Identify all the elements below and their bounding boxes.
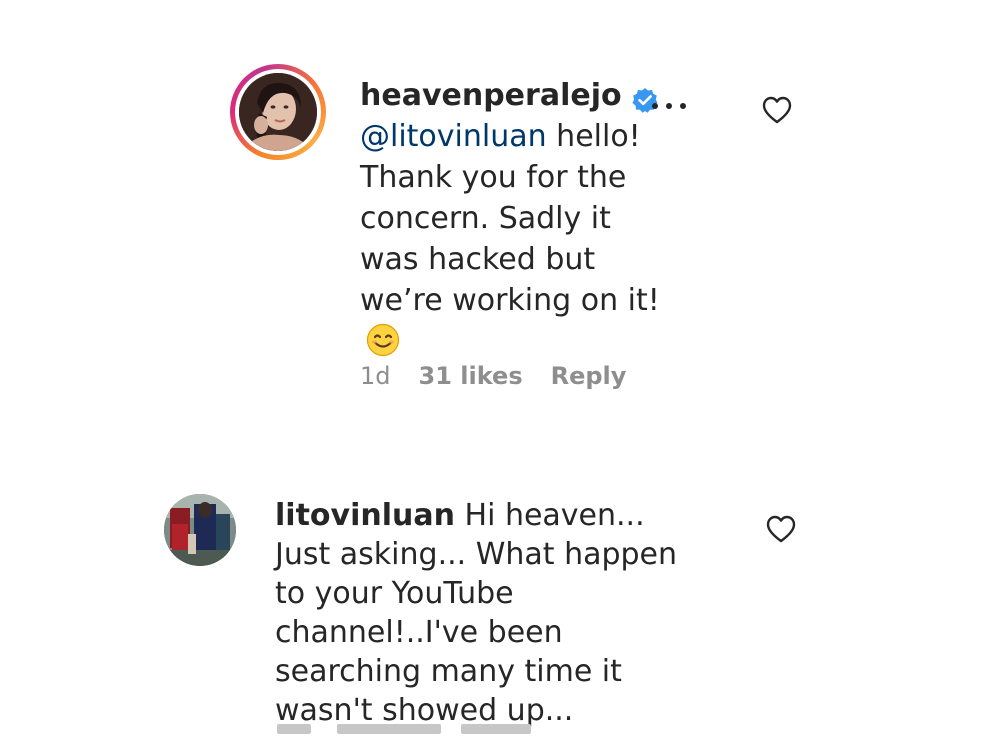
comment-avatar[interactable] [164,494,236,566]
mention-link[interactable]: @litovinluan [360,119,547,154]
avatar-photo [239,73,317,151]
avatar-ring-gap [235,69,321,155]
reply-meta-row: 1d 31 likes Reply [360,360,626,392]
more-dot [666,103,672,109]
reply-likes-count[interactable]: 31 likes [419,360,523,392]
cropped-timestamp [277,724,311,734]
reply-username[interactable]: heavenperalejo [360,76,622,116]
more-dot [680,103,686,109]
reply-like-heart-icon[interactable] [761,95,793,125]
reply-comment: heavenperalejo @litovinluan hello! Thank … [360,76,670,362]
reply-text-body: Thank you for the concern. Sadly it was … [360,160,660,318]
reply-text-greeting: hello! [546,119,641,154]
cropped-reply [461,724,531,734]
avatar-photo-graphic [164,494,236,566]
comment-username[interactable]: litovinluan [275,498,455,533]
avatar-portrait-graphic [239,73,317,151]
reply-button[interactable]: Reply [551,360,627,392]
reply-text: @litovinluan hello! Thank you for the con… [360,116,670,362]
original-comment: litovinluan Hi heaven... Just asking... … [275,496,705,730]
more-options-icon[interactable] [652,96,686,116]
smiling-face-emoji-icon [366,323,400,357]
comments-panel: heavenperalejo @litovinluan hello! Thank … [0,0,1000,750]
reply-avatar[interactable] [230,64,326,160]
comment-like-heart-icon[interactable] [765,514,797,544]
cropped-likes [337,724,441,734]
more-dot [652,103,658,109]
reply-header: heavenperalejo [360,76,670,116]
reply-timestamp[interactable]: 1d [360,360,391,392]
comment-meta-row-cropped [275,720,595,750]
